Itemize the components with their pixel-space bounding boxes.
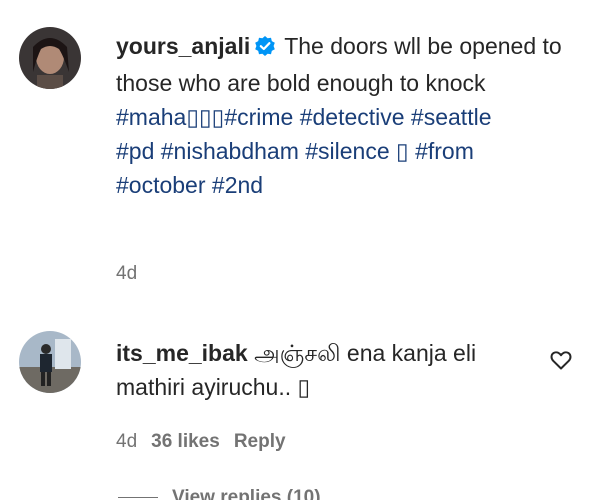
- heart-outline-icon: [550, 351, 572, 370]
- reply-button[interactable]: Reply: [234, 431, 286, 452]
- hashtag-list: #maha▯▯▯#crime #detective #seattle #pd #…: [116, 100, 586, 202]
- likes-count[interactable]: 36 likes: [151, 431, 220, 452]
- verified-badge-icon: [254, 32, 276, 66]
- comment-timestamp[interactable]: 4d: [116, 431, 137, 452]
- avatar-its-me-ibak[interactable]: [19, 331, 81, 393]
- view-replies-divider: [118, 497, 158, 499]
- hashtag-line-1[interactable]: #maha▯▯▯#crime #detective #seattle: [116, 104, 492, 130]
- comments-panel: yours_anjali The doors wll be opened to …: [0, 0, 600, 500]
- view-replies-label: View replies (10): [172, 487, 321, 500]
- comment-body: its_me_ibak அஞ்சலி ena kanja eli mathiri…: [116, 336, 536, 404]
- comment-body: yours_anjali The doors wll be opened to …: [116, 29, 586, 202]
- hashtag-line-2[interactable]: #pd #nishabdham #silence ▯ #from: [116, 138, 474, 164]
- comment-username[interactable]: yours_anjali: [116, 33, 250, 59]
- hashtag-line-3[interactable]: #october #2nd: [116, 172, 263, 198]
- avatar-image: [19, 27, 81, 89]
- view-replies-button[interactable]: View replies (10): [118, 487, 321, 500]
- comment-meta: 4d: [116, 263, 137, 285]
- avatar-yours-anjali[interactable]: [19, 27, 81, 89]
- comment-timestamp[interactable]: 4d: [116, 263, 137, 284]
- avatar-image: [19, 331, 81, 393]
- like-button[interactable]: [549, 348, 573, 372]
- comment-meta: 4d 36 likes Reply: [116, 431, 286, 453]
- comment-username[interactable]: its_me_ibak: [116, 340, 248, 366]
